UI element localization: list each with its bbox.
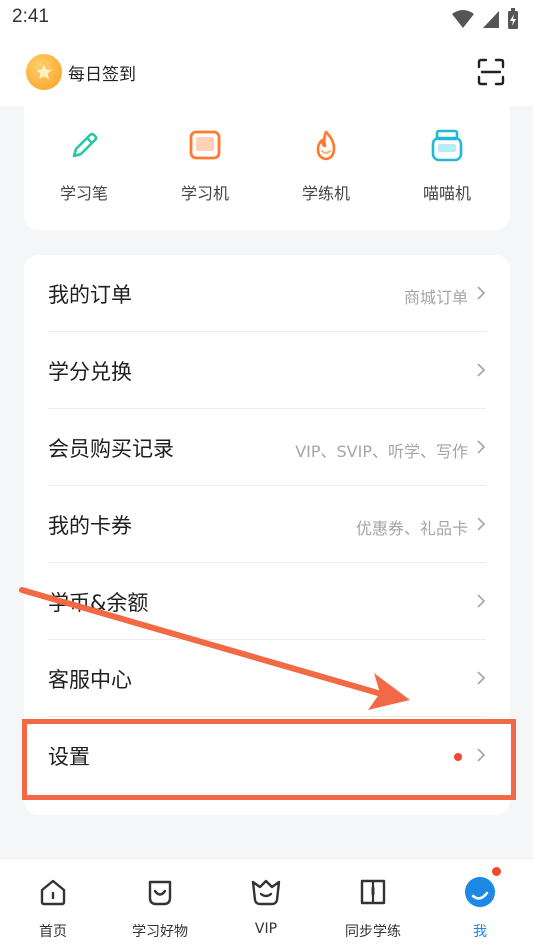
menu-item-coins-balance[interactable]: 学币&余额 <box>48 563 486 640</box>
device-pen[interactable]: 学习笔 <box>34 126 134 204</box>
nav-label: 同步学练 <box>345 924 401 940</box>
menu-item-title: 学币&余额 <box>48 591 149 615</box>
chevron-right-icon <box>477 671 486 685</box>
nav-notification-dot <box>492 867 501 876</box>
menu-item-subtitle: 商城订单 <box>403 288 468 307</box>
nav-vip[interactable]: VIP <box>221 873 311 937</box>
devices-card: 学习笔 学习机 学练机 喵喵机 <box>24 106 510 230</box>
nav-shop[interactable]: 学习好物 <box>115 873 205 941</box>
status-icons <box>451 8 519 30</box>
flame-icon <box>316 130 336 161</box>
wifi-icon <box>452 10 474 28</box>
menu-item-title: 我的订单 <box>48 283 132 307</box>
tablet-icon <box>189 130 221 160</box>
checkin-label[interactable]: 每日签到 <box>68 60 136 85</box>
notification-dot <box>454 753 462 761</box>
device-printer[interactable]: 喵喵机 <box>397 126 497 204</box>
status-bar: 2:41 <box>0 0 533 38</box>
menu-item-subtitle: VIP、SVIP、听学、写作 <box>295 442 468 461</box>
nav-sync-practice[interactable]: 同步学练 <box>328 873 418 941</box>
device-label: 喵喵机 <box>422 184 471 203</box>
nav-label: 学习好物 <box>132 924 188 940</box>
book-icon <box>360 879 386 905</box>
status-time: 2:41 <box>12 6 49 27</box>
device-tablet[interactable]: 学习机 <box>155 126 255 204</box>
menu-item-title: 学分兑换 <box>48 360 132 384</box>
battery-icon <box>508 8 518 29</box>
menu-item-title: 设置 <box>48 745 90 769</box>
printer-icon <box>431 129 463 162</box>
device-label: 学习笔 <box>59 184 108 203</box>
chevron-right-icon <box>477 748 486 762</box>
menu-item-title: 会员购买记录 <box>48 437 174 461</box>
shop-icon <box>148 880 172 906</box>
checkin-star-icon[interactable] <box>26 54 62 90</box>
bottom-nav: 首页 学习好物 VIP 同步学练 我 <box>0 858 533 947</box>
menu-item-orders[interactable]: 我的订单 商城订单 <box>48 255 486 332</box>
chevron-right-icon <box>477 517 486 531</box>
nav-label: VIP <box>254 921 278 937</box>
header: 每日签到 <box>0 38 533 106</box>
home-icon <box>40 879 66 906</box>
pen-icon <box>72 132 98 158</box>
menu-item-membership-records[interactable]: 会员购买记录 VIP、SVIP、听学、写作 <box>48 409 486 486</box>
nav-label: 首页 <box>39 924 67 940</box>
chevron-right-icon <box>477 594 486 608</box>
menu-item-settings[interactable]: 设置 <box>48 717 486 794</box>
chevron-right-icon <box>477 363 486 377</box>
nav-label: 我 <box>473 924 487 940</box>
device-label: 学习机 <box>180 184 229 203</box>
profile-icon <box>465 877 495 907</box>
menu-item-customer-service[interactable]: 客服中心 <box>48 640 486 717</box>
scan-icon[interactable] <box>477 58 505 86</box>
menu-item-coupons[interactable]: 我的卡券 优惠券、礼品卡 <box>48 486 486 563</box>
chevron-right-icon <box>477 440 486 454</box>
menu-item-title: 客服中心 <box>48 668 132 692</box>
chevron-right-icon <box>477 286 486 300</box>
nav-me[interactable]: 我 <box>435 867 525 941</box>
menu-item-credits[interactable]: 学分兑换 <box>48 332 486 409</box>
nav-home[interactable]: 首页 <box>8 873 98 941</box>
menu-card: 我的订单 商城订单 学分兑换 会员购买记录 VIP、SVIP、听学、写作 我的卡… <box>24 255 510 815</box>
device-label: 学练机 <box>301 184 350 203</box>
device-practice[interactable]: 学练机 <box>276 126 376 204</box>
signal-icon <box>483 11 499 28</box>
menu-item-subtitle: 优惠券、礼品卡 <box>355 519 468 538</box>
vip-icon <box>251 879 281 906</box>
menu-item-title: 我的卡券 <box>48 514 132 538</box>
